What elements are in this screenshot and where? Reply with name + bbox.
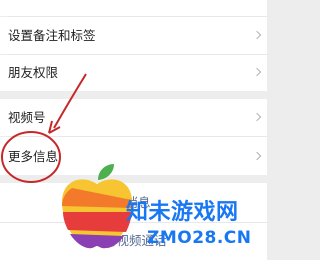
chevron-right-icon [252,112,262,122]
chevron-right-icon [252,30,262,40]
chevron-right-icon [252,67,262,77]
watermark-domain: ZMO28.CN [147,228,252,248]
menu-item-friend-permissions[interactable]: 朋友权限 [0,55,267,91]
menu-item-label: 更多信息 [8,149,59,164]
menu-item-remark-tags[interactable]: 设置备注和标签 [0,17,267,54]
menu-item-label: 朋友权限 [8,65,59,80]
menu-item-channels[interactable]: 视频号 [0,99,267,136]
menu-item-label: 视频号 [8,110,46,125]
menu-item-label: 设置备注和标签 [8,28,96,43]
chevron-right-icon [252,151,262,161]
watermark-title: 知未游戏网 [126,200,239,225]
top-row-partial [0,0,267,16]
